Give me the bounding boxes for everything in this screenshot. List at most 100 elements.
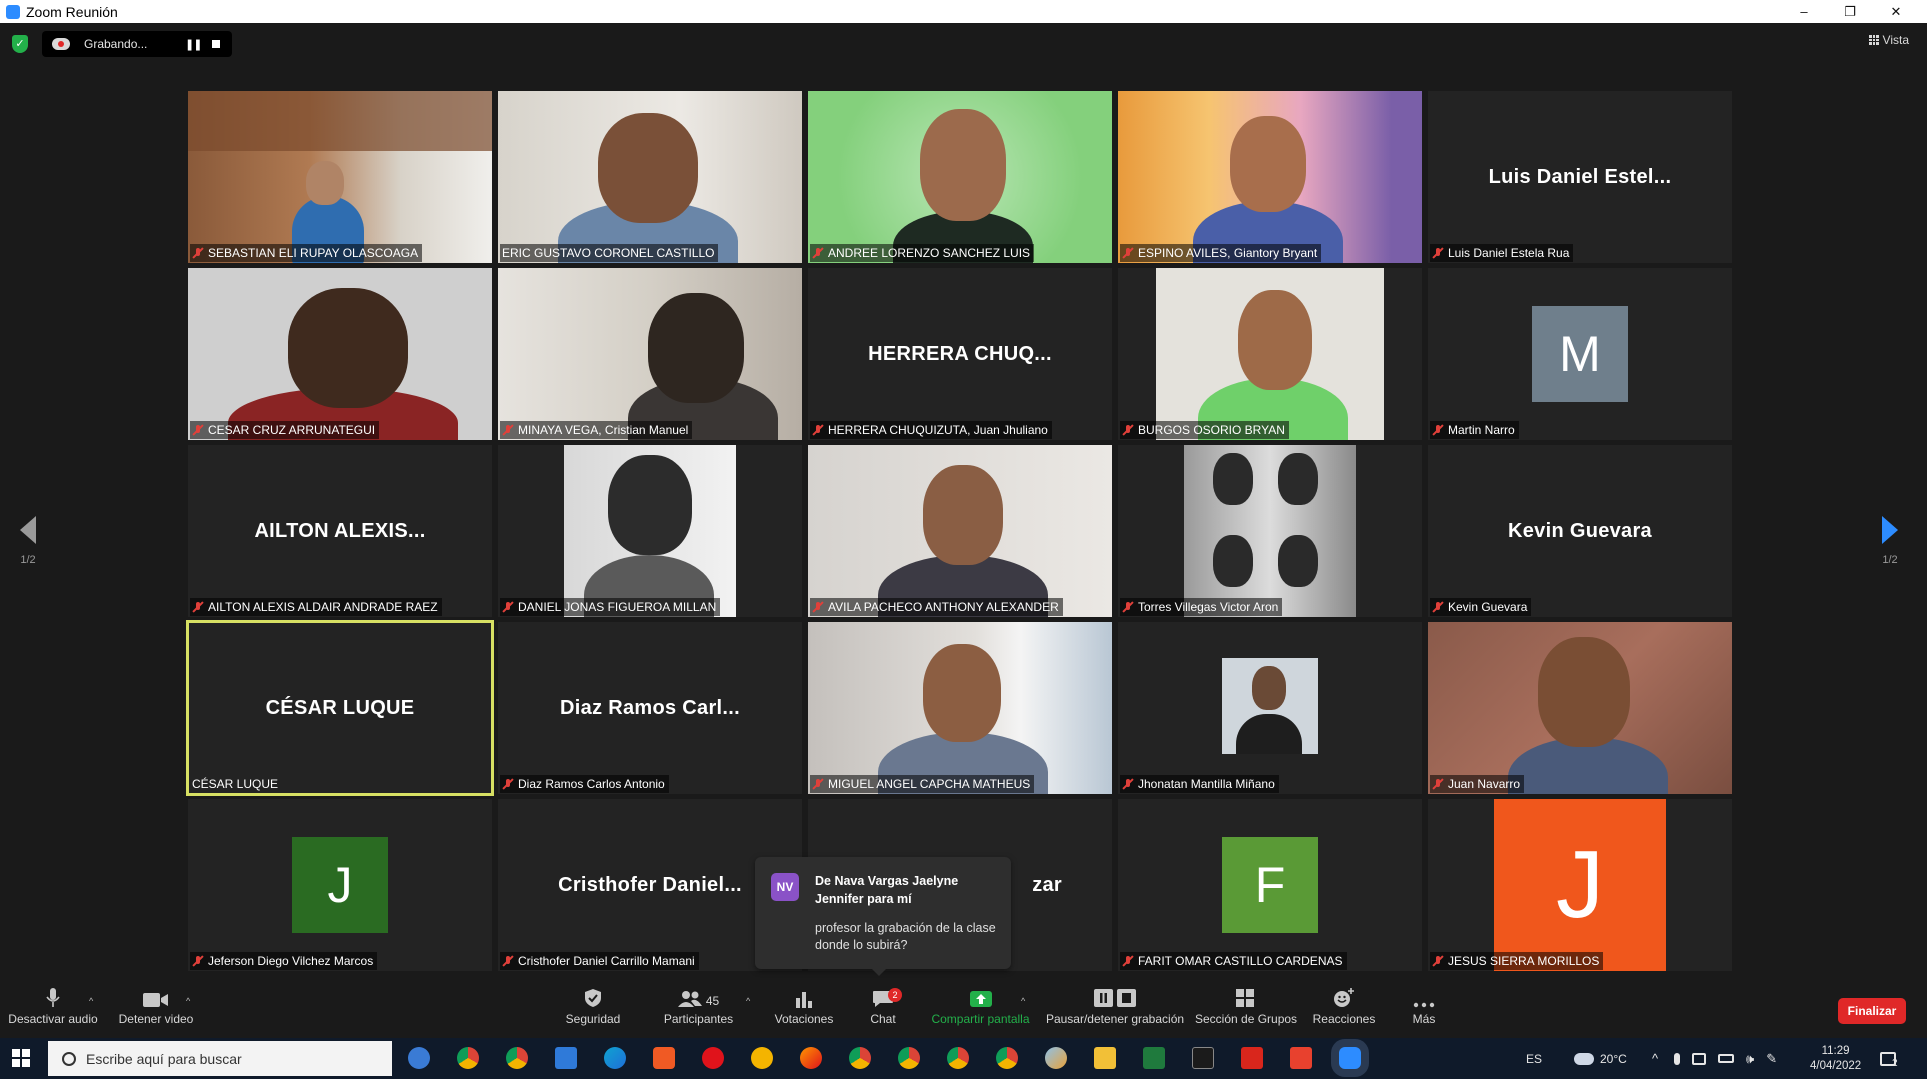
- edge-icon[interactable]: [604, 1047, 626, 1069]
- video-tile[interactable]: ESPINO AVILES, Giantory Bryant: [1118, 91, 1422, 263]
- video-tile[interactable]: Jhonatan Mantilla Miñano: [1118, 622, 1422, 794]
- chrome-icon[interactable]: [849, 1047, 871, 1069]
- cortana-icon[interactable]: [408, 1047, 430, 1069]
- terminal-icon[interactable]: [1192, 1047, 1214, 1069]
- zoom-app-icon: [6, 4, 20, 19]
- notifications-button[interactable]: 2: [1880, 1038, 1898, 1079]
- stop-video-button[interactable]: Detener video: [116, 982, 196, 1038]
- video-tile[interactable]: MIGUEL ANGEL CAPCHA MATHEUS: [808, 622, 1112, 794]
- participant-name: ESPINO AVILES, Giantory Bryant: [1138, 246, 1318, 260]
- battery-icon[interactable]: [1718, 1054, 1734, 1063]
- file-explorer-icon[interactable]: [1094, 1047, 1116, 1069]
- mic-muted-icon: [1432, 778, 1444, 790]
- video-tile[interactable]: Diaz Ramos Carl... Diaz Ramos Carlos Ant…: [498, 622, 802, 794]
- minimize-button[interactable]: –: [1781, 0, 1827, 23]
- video-tile[interactable]: J JESUS SIERRA MORILLOS: [1428, 799, 1732, 971]
- chrome-icon[interactable]: [898, 1047, 920, 1069]
- video-tile[interactable]: Torres Villegas Victor Aron: [1118, 445, 1422, 617]
- speaker-icon[interactable]: 🕪: [1746, 1051, 1754, 1067]
- more-button[interactable]: Más: [1404, 982, 1444, 1038]
- close-button[interactable]: ✕: [1873, 0, 1919, 23]
- pause-recording-icon[interactable]: ❚❚: [185, 38, 202, 51]
- zoom-window: Zoom Reunión – ❐ ✕ ✓ Grabando... ❚❚ Vist…: [0, 0, 1927, 1079]
- tray-chevron-icon[interactable]: ^: [1652, 1038, 1658, 1079]
- weather-widget[interactable]: 20°C: [1574, 1038, 1627, 1079]
- security-shield-icon[interactable]: ✓: [12, 35, 28, 53]
- taskbar-search-box[interactable]: Escribe aquí para buscar: [48, 1041, 392, 1076]
- polls-button[interactable]: Votaciones: [764, 982, 844, 1038]
- firefox-icon[interactable]: [800, 1047, 822, 1069]
- mute-audio-button[interactable]: Desactivar audio: [8, 982, 98, 1038]
- reactions-button[interactable]: Reacciones: [1304, 982, 1384, 1038]
- stop-recording-icon[interactable]: [212, 40, 220, 48]
- video-tile[interactable]: Juan Navarro: [1428, 622, 1732, 794]
- pen-icon[interactable]: ✎: [1766, 1051, 1777, 1067]
- restore-button[interactable]: ❐: [1827, 0, 1873, 23]
- video-tile[interactable]: F FARIT OMAR CASTILLO CARDENAS: [1118, 799, 1422, 971]
- video-tile[interactable]: AILTON ALEXIS... AILTON ALEXIS ALDAIR AN…: [188, 445, 492, 617]
- excel-icon[interactable]: [1143, 1047, 1165, 1069]
- mail-icon[interactable]: [555, 1047, 577, 1069]
- breakout-rooms-button[interactable]: Sección de Grupos: [1195, 982, 1298, 1038]
- zoom-icon[interactable]: [1339, 1047, 1361, 1069]
- video-tile[interactable]: Kevin Guevara Kevin Guevara: [1428, 445, 1732, 617]
- search-placeholder: Escribe aquí para buscar: [86, 1050, 242, 1067]
- paint-icon[interactable]: [1045, 1047, 1067, 1069]
- view-button[interactable]: Vista: [1868, 33, 1909, 47]
- chat-button[interactable]: Chat 2: [858, 982, 908, 1038]
- share-options-chevron-icon[interactable]: ^: [1021, 996, 1025, 1006]
- avatar: J: [292, 837, 388, 933]
- participant-name-label: Juan Navarro: [1430, 775, 1525, 793]
- end-meeting-button[interactable]: Finalizar: [1838, 998, 1906, 1024]
- video-tile-active-speaker[interactable]: CÉSAR LUQUE CÉSAR LUQUE: [186, 620, 494, 796]
- windows-start-icon[interactable]: [12, 1049, 30, 1067]
- brave-icon[interactable]: [653, 1047, 675, 1069]
- video-tile[interactable]: DANIEL JONAS FIGUEROA MILLAN: [498, 445, 802, 617]
- anydesk-icon[interactable]: [1290, 1047, 1312, 1069]
- next-page-button[interactable]: 1/2: [1875, 516, 1905, 566]
- prev-page-button[interactable]: 1/2: [13, 516, 43, 566]
- video-tile[interactable]: MINAYA VEGA, Cristian Manuel: [498, 268, 802, 440]
- video-options-chevron-icon[interactable]: ^: [186, 996, 190, 1006]
- video-tile[interactable]: AVILA PACHECO ANTHONY ALEXANDER: [808, 445, 1112, 617]
- input-language[interactable]: ES: [1526, 1038, 1542, 1079]
- chrome-icon[interactable]: [996, 1047, 1018, 1069]
- acrobat-icon[interactable]: [1241, 1047, 1263, 1069]
- video-tile[interactable]: CESAR CRUZ ARRUNATEGUI: [188, 268, 492, 440]
- microphone-icon[interactable]: [1674, 1052, 1680, 1065]
- clock[interactable]: 11:29 4/04/2022: [1810, 1038, 1861, 1079]
- audio-options-chevron-icon[interactable]: ^: [89, 996, 93, 1006]
- breakout-rooms-label: Sección de Grupos: [1195, 1012, 1298, 1026]
- video-tile[interactable]: M Martin Narro: [1428, 268, 1732, 440]
- security-button[interactable]: Seguridad: [553, 982, 633, 1038]
- recording-label: Grabando...: [84, 37, 148, 51]
- chrome-icon[interactable]: [506, 1047, 528, 1069]
- video-tile[interactable]: ANDREE LORENZO SANCHEZ LUIS: [808, 91, 1112, 263]
- pause-stop-recording-label: Pausar/detener grabación: [1045, 1012, 1185, 1026]
- share-screen-button[interactable]: Compartir pantalla: [928, 982, 1033, 1038]
- avatar: F: [1222, 837, 1318, 933]
- participants-options-chevron-icon[interactable]: ^: [746, 996, 750, 1006]
- browser-icon[interactable]: [751, 1047, 773, 1069]
- participant-display-name: CÉSAR LUQUE: [265, 696, 415, 719]
- breakout-rooms-icon: [1236, 989, 1254, 1007]
- security-label: Seguridad: [565, 1012, 621, 1026]
- pause-stop-recording-button[interactable]: Pausar/detener grabación: [1045, 982, 1185, 1038]
- participant-name: DANIEL JONAS FIGUEROA MILLAN: [518, 600, 717, 614]
- video-tile[interactable]: ERIC GUSTAVO CORONEL CASTILLO: [498, 91, 802, 263]
- network-icon[interactable]: [1692, 1052, 1706, 1065]
- video-tile[interactable]: HERRERA CHUQ... HERRERA CHUQUIZUTA, Juan…: [808, 268, 1112, 440]
- chat-notification-popup[interactable]: NV De Nava Vargas Jaelyne Jennifer para …: [755, 857, 1011, 976]
- participants-button[interactable]: 45 Participantes: [656, 982, 741, 1038]
- chrome-icon[interactable]: [947, 1047, 969, 1069]
- video-tile[interactable]: J Jeferson Diego Vilchez Marcos: [188, 799, 492, 971]
- gallery-grid: SEBASTIAN ELI RUPAY OLASCOAGA ERIC GUSTA…: [186, 91, 1734, 973]
- pause-stop-icon: [1094, 989, 1136, 1007]
- arrow-right-icon: [1882, 516, 1898, 544]
- video-tile[interactable]: SEBASTIAN ELI RUPAY OLASCOAGA: [188, 91, 492, 263]
- chrome-icon[interactable]: [457, 1047, 479, 1069]
- video-tile[interactable]: BURGOS OSORIO BRYAN: [1118, 268, 1422, 440]
- video-tile[interactable]: Luis Daniel Estel... Luis Daniel Estela …: [1428, 91, 1732, 263]
- participant-name: ERIC GUSTAVO CORONEL CASTILLO: [502, 246, 715, 260]
- opera-icon[interactable]: [702, 1047, 724, 1069]
